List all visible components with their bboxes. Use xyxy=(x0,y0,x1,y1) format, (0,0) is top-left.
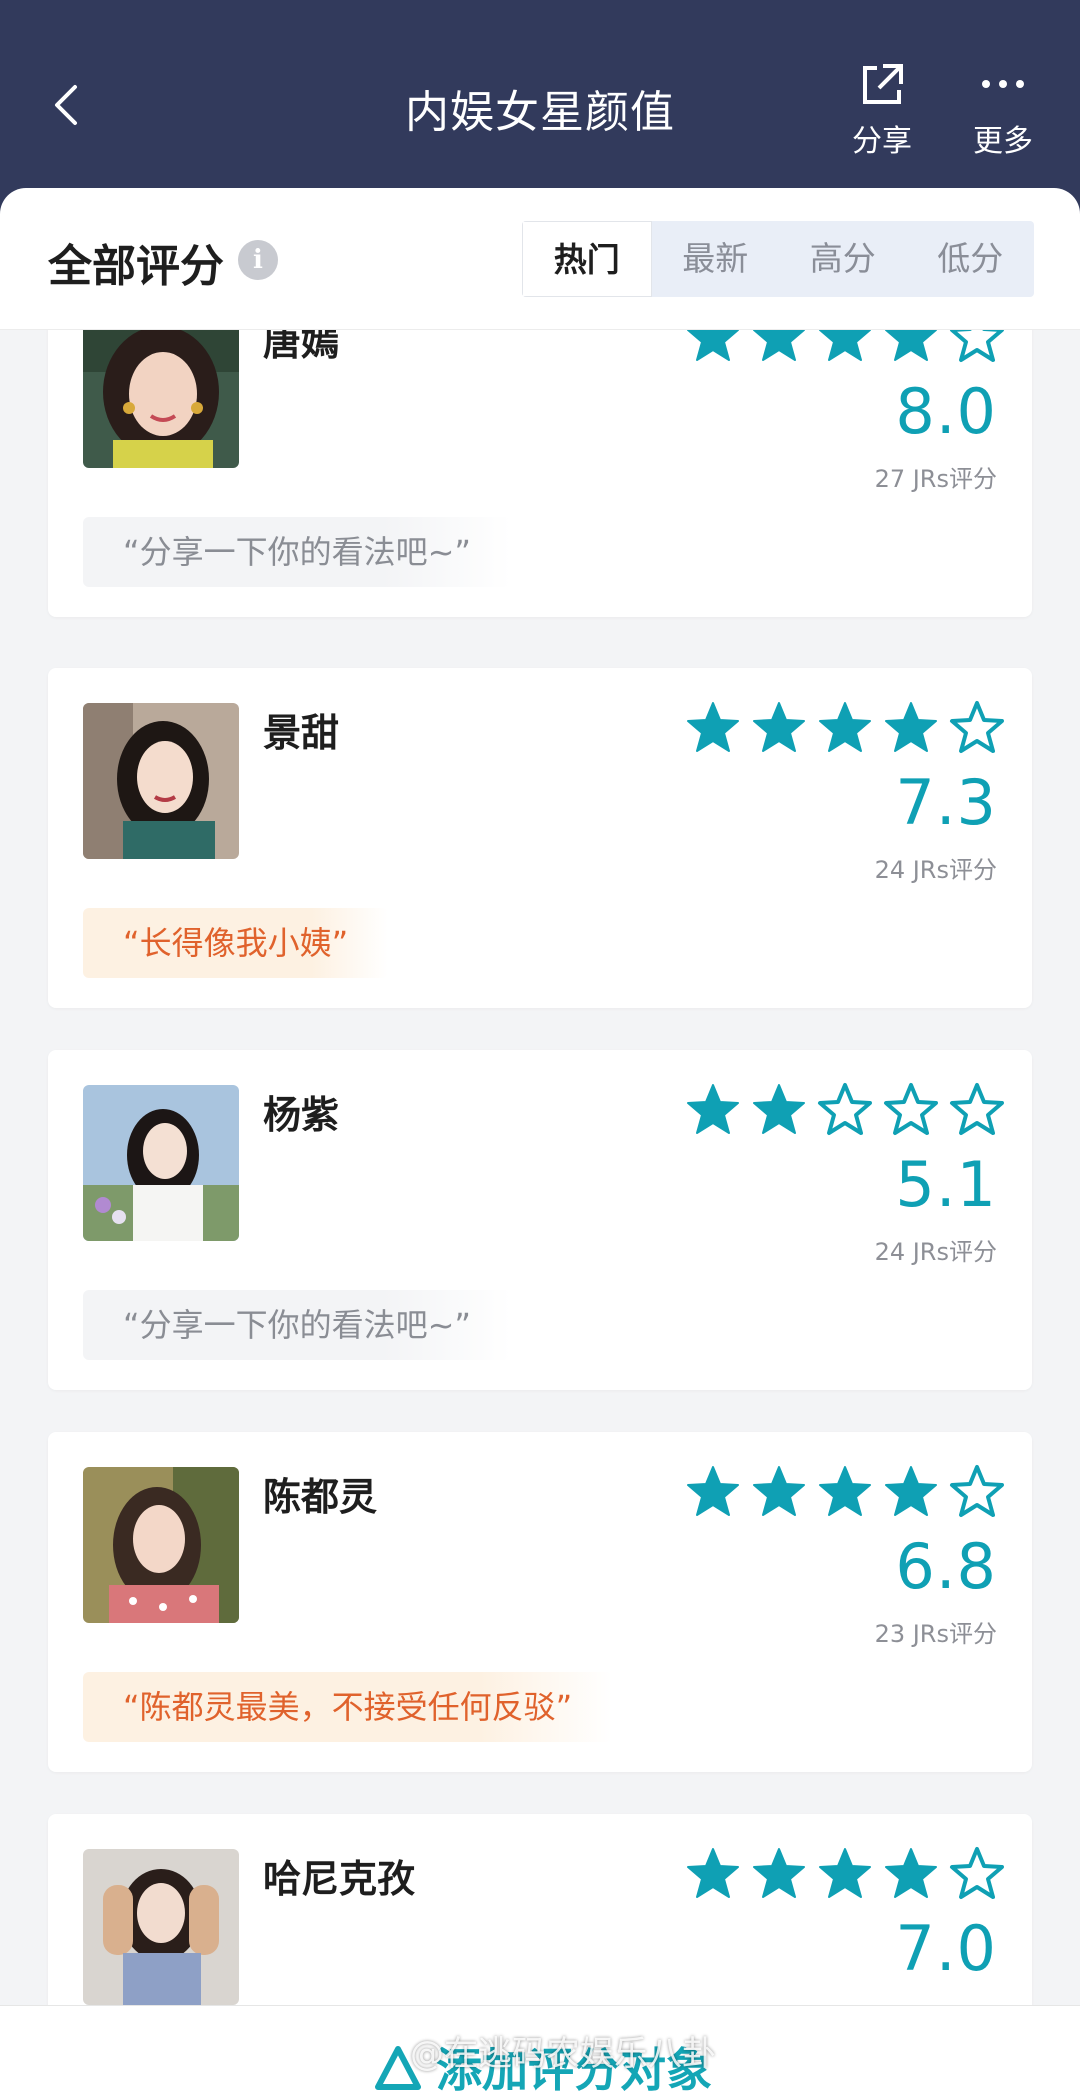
star-filled-icon xyxy=(751,1846,807,1902)
section-title: 全部评分 xyxy=(48,241,224,292)
star-filled-icon xyxy=(751,700,807,756)
rating-count: 24 JRs评分 xyxy=(874,1238,997,1266)
star-empty-icon xyxy=(949,1082,1005,1138)
item-score: 7.3 xyxy=(895,766,997,839)
star-rating xyxy=(685,1464,1005,1520)
watermark: @在逃码农娱乐八卦 xyxy=(410,2034,716,2074)
hot-comment[interactable]: “陈都灵最美，不接受任何反驳” xyxy=(83,1672,613,1742)
ratings-header: 全部评分 i 热门 最新 高分 低分 xyxy=(0,188,1080,330)
star-filled-icon xyxy=(817,1464,873,1520)
list-item[interactable]: 陈都灵 6.8 23 JRs评分 “陈都灵最美，不接受任何反驳” xyxy=(48,1432,1032,1772)
avatar[interactable] xyxy=(83,1849,239,2005)
item-name: 陈都灵 xyxy=(263,1475,378,1519)
comment-prompt[interactable]: “分享一下你的看法吧~” xyxy=(83,517,511,587)
star-filled-icon xyxy=(817,1846,873,1902)
star-filled-icon xyxy=(685,1846,741,1902)
list-item[interactable]: 杨紫 5.1 24 JRs评分 “分享一下你的看法吧~” xyxy=(48,1050,1032,1390)
more-button[interactable]: 更多 xyxy=(963,60,1043,159)
star-empty-icon xyxy=(949,700,1005,756)
star-filled-icon xyxy=(685,1464,741,1520)
hot-comment[interactable]: “长得像我小姨” xyxy=(83,908,389,978)
item-score: 8.0 xyxy=(895,375,997,448)
more-label: 更多 xyxy=(973,124,1033,159)
tab-high-score[interactable]: 高分 xyxy=(779,221,907,297)
item-name: 杨紫 xyxy=(263,1093,340,1137)
star-filled-icon xyxy=(883,1464,939,1520)
item-name: 景甜 xyxy=(263,711,340,755)
star-filled-icon xyxy=(685,700,741,756)
star-rating xyxy=(685,1846,1005,1902)
star-rating xyxy=(685,330,1005,365)
rating-count: 23 JRs评分 xyxy=(874,1620,997,1648)
star-filled-icon xyxy=(751,1082,807,1138)
star-filled-icon xyxy=(883,700,939,756)
tab-low-score[interactable]: 低分 xyxy=(907,221,1035,297)
item-score: 5.1 xyxy=(895,1148,997,1221)
item-score: 7.0 xyxy=(895,1912,997,1985)
item-name: 唐嫣 xyxy=(263,330,340,364)
comment-prompt[interactable]: “分享一下你的看法吧~” xyxy=(83,1290,511,1360)
share-icon xyxy=(863,64,903,104)
star-empty-icon xyxy=(949,1846,1005,1902)
avatar[interactable] xyxy=(83,1467,239,1623)
rating-count: 24 JRs评分 xyxy=(874,856,997,884)
star-filled-icon xyxy=(685,1082,741,1138)
rating-count: 27 JRs评分 xyxy=(874,465,997,493)
star-filled-icon xyxy=(883,1846,939,1902)
avatar[interactable] xyxy=(83,703,239,859)
item-score: 6.8 xyxy=(895,1530,997,1603)
avatar[interactable] xyxy=(83,330,239,468)
info-icon[interactable]: i xyxy=(238,240,278,280)
more-dots-icon xyxy=(982,80,1024,88)
list-item[interactable]: 唐嫣 8.0 27 JRs评分 “分享一下你的看法吧~” xyxy=(48,330,1032,617)
share-button[interactable]: 分享 xyxy=(842,60,922,159)
star-empty-icon xyxy=(949,1464,1005,1520)
star-empty-icon xyxy=(883,1082,939,1138)
bottom-bar: 添加评分对象 @在逃码农娱乐八卦 xyxy=(0,2005,1080,2099)
tab-hot[interactable]: 热门 xyxy=(522,221,652,297)
share-label: 分享 xyxy=(852,124,912,159)
star-filled-icon xyxy=(751,330,807,365)
sort-tabs: 热门 最新 高分 低分 xyxy=(522,221,1034,297)
star-rating xyxy=(685,1082,1005,1138)
top-bar: 内娱女星颜值 分享 更多 xyxy=(0,0,1080,215)
star-empty-icon xyxy=(817,1082,873,1138)
star-filled-icon xyxy=(817,700,873,756)
star-filled-icon xyxy=(817,330,873,365)
list-item[interactable]: 景甜 7.3 24 JRs评分 “长得像我小姨” xyxy=(48,668,1032,1008)
star-empty-icon xyxy=(949,330,1005,365)
star-filled-icon xyxy=(883,330,939,365)
star-rating xyxy=(685,700,1005,756)
star-filled-icon xyxy=(685,330,741,365)
star-filled-icon xyxy=(751,1464,807,1520)
item-name: 哈尼克孜 xyxy=(263,1857,416,1901)
list-item[interactable]: 哈尼克孜 7.0 xyxy=(48,1814,1032,2005)
avatar[interactable] xyxy=(83,1085,239,1241)
tab-latest[interactable]: 最新 xyxy=(652,221,780,297)
rating-list[interactable]: 唐嫣 8.0 27 JRs评分 “分享一下你的看法吧~” 景甜 7.3 24 J… xyxy=(0,330,1080,2005)
